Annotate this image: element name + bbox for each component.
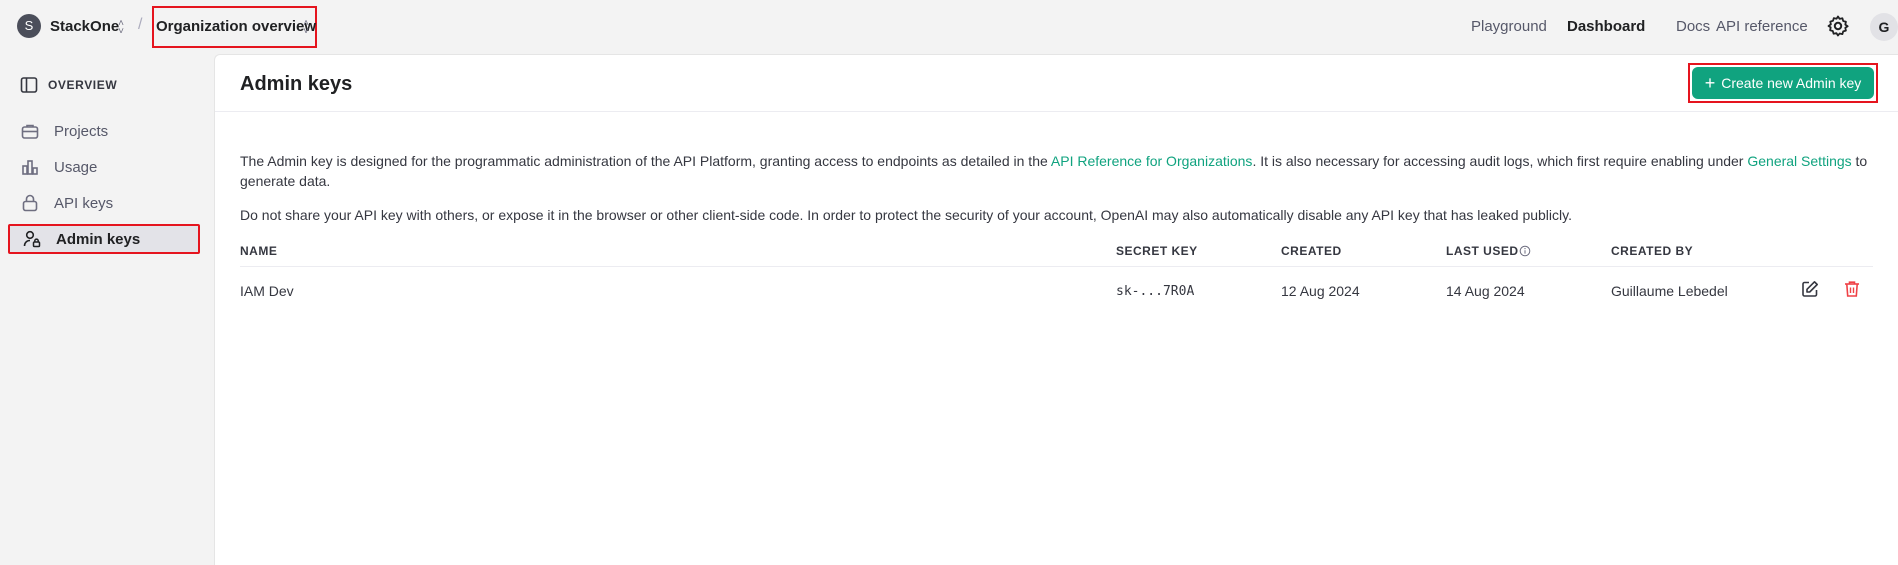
sidebar-item-label: Projects: [54, 122, 109, 140]
column-header-created-by: CREATED BY: [1611, 244, 1694, 258]
created-by-user: Guillaume Lebedel: [1611, 283, 1728, 299]
main-panel: Admin keys + Create new Admin key The Ad…: [214, 54, 1898, 565]
column-header-secret-key: SECRET KEY: [1116, 244, 1198, 258]
sidebar-item-admin-keys[interactable]: Admin keys: [8, 224, 200, 254]
secret-key-value: sk-...7R0A: [1116, 284, 1195, 299]
sidebar-item-label: Usage: [54, 158, 98, 176]
description-paragraph: The Admin key is designed for the progra…: [240, 151, 1880, 191]
column-header-last-used: LAST USED: [1446, 244, 1519, 258]
sidebar-panel-icon: [20, 77, 38, 93]
sidebar-overview-header[interactable]: OVERVIEW: [20, 76, 117, 94]
breadcrumb-separator: /: [138, 16, 143, 33]
plus-icon: +: [1704, 73, 1716, 93]
user-avatar[interactable]: G: [1870, 13, 1898, 41]
last-used-date: 14 Aug 2024: [1446, 283, 1525, 299]
org-avatar[interactable]: S: [17, 14, 41, 38]
nav-dashboard[interactable]: Dashboard: [1567, 18, 1645, 35]
sidebar-heading: OVERVIEW: [48, 78, 118, 92]
create-admin-key-button[interactable]: + Create new Admin key: [1692, 67, 1874, 99]
chevron-updown-icon[interactable]: ˄ ˅: [116, 19, 126, 37]
description-text: The Admin key is designed for the progra…: [240, 153, 1051, 169]
org-switcher[interactable]: StackOne: [50, 18, 119, 35]
column-header-name: NAME: [240, 244, 278, 258]
briefcase-icon: [21, 124, 39, 139]
api-reference-link[interactable]: API Reference for Organizations: [1051, 153, 1253, 169]
description-text: . It is also necessary for accessing aud…: [1252, 153, 1748, 169]
top-bar: S StackOne ˄ ˅ / Organization overview ˄ ˅…: [0, 0, 1898, 54]
chevron-updown-icon[interactable]: ˄ ˅: [301, 19, 311, 37]
nav-api-reference[interactable]: API reference: [1716, 18, 1808, 35]
table-divider: [240, 266, 1873, 267]
sidebar-item-label: API keys: [54, 194, 114, 212]
key-name: IAM Dev: [240, 283, 294, 299]
sidebar: OVERVIEW Projects Usage API keys Admin k…: [0, 54, 214, 565]
edit-icon[interactable]: [1800, 279, 1820, 299]
sidebar-item-usage[interactable]: Usage: [8, 153, 200, 181]
create-button-label: Create new Admin key: [1721, 75, 1862, 91]
bar-chart-icon: [22, 160, 38, 175]
user-lock-icon: [23, 230, 41, 248]
warning-paragraph: Do not share your API key with others, o…: [240, 207, 1572, 223]
sidebar-item-api-keys[interactable]: API keys: [8, 189, 200, 217]
general-settings-link[interactable]: General Settings: [1747, 153, 1851, 169]
nav-playground[interactable]: Playground: [1471, 18, 1547, 35]
info-icon[interactable]: [1519, 245, 1531, 257]
sidebar-item-projects[interactable]: Projects: [8, 117, 200, 145]
trash-icon[interactable]: [1842, 279, 1862, 299]
page-title: Admin keys: [240, 73, 353, 95]
column-header-created: CREATED: [1281, 244, 1342, 258]
nav-docs[interactable]: Docs: [1676, 18, 1710, 35]
header-divider: [215, 111, 1898, 112]
gear-icon[interactable]: [1826, 14, 1850, 38]
created-date: 12 Aug 2024: [1281, 283, 1360, 299]
lock-icon: [22, 194, 38, 212]
project-switcher[interactable]: Organization overview: [156, 18, 316, 35]
sidebar-item-label: Admin keys: [56, 230, 141, 248]
